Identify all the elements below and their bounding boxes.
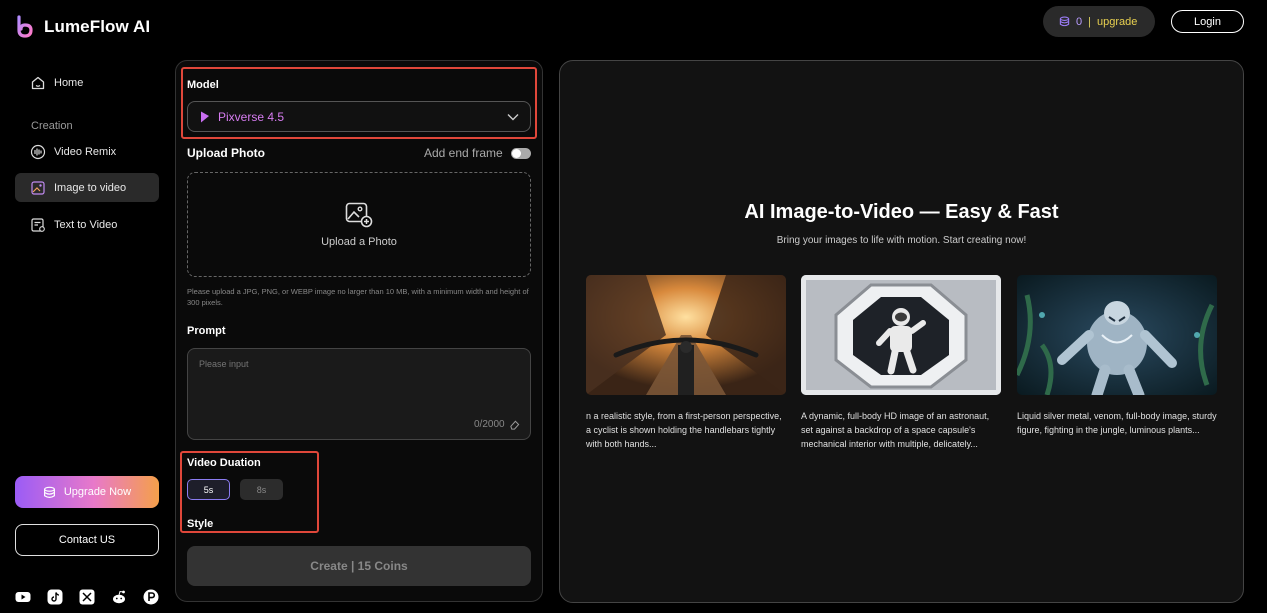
video-duration-label: Video Duation [187,457,261,469]
upgrade-now-label: Upgrade Now [63,486,132,498]
prompt-counter: 0/2000 [474,419,520,430]
model-selected-value: Pixverse 4.5 [218,109,285,124]
duration-option-5s[interactable]: 5s [187,479,230,500]
image-video-icon [31,180,45,195]
sidebar-item-home[interactable]: Home [15,68,159,97]
prompt-label: Prompt [187,325,226,337]
upload-photo-text: Upload a Photo [321,235,397,248]
coin-balance[interactable]: 0 | upgrade [1043,6,1155,37]
model-label: Model [187,79,219,91]
home-icon [31,76,45,89]
example-image-astronaut[interactable] [801,275,1001,395]
end-frame-toggle[interactable] [510,147,531,159]
contact-us-button[interactable]: Contact US [15,524,159,556]
example-caption-cyclist: n a realistic style, from a first-person… [586,411,782,449]
coin-separator: | [1088,15,1091,28]
sidebar-section-label: Creation [31,120,73,132]
sidebar-item-image-to-video[interactable]: Image to video [15,173,159,202]
astronaut-scene-image [801,275,1001,395]
app-root: LumeFlow AI 0 | upgrade Login Home Creat… [0,0,1267,613]
text-video-icon [31,217,45,232]
example-caption-venom: Liquid silver metal, venom, full-body im… [1017,411,1217,435]
youtube-icon[interactable] [15,589,31,605]
sidebar-item-video-remix[interactable]: Video Remix [15,137,159,166]
x-icon[interactable] [79,589,95,605]
photo-upload-dropzone[interactable]: Upload a Photo [187,172,531,277]
login-button[interactable]: Login [1171,10,1244,33]
prompt-counter-text: 0/2000 [474,419,505,430]
sidebar-item-text-to-video[interactable]: Text to Video [15,210,159,239]
create-button[interactable]: Create | 15 Coins [187,546,531,586]
waveform-icon [30,144,46,159]
example-caption-astronaut: A dynamic, full-body HD image of an astr… [801,411,990,449]
preview-title: AI Image-to-Video — Easy & Fast [744,201,1059,223]
reddit-icon[interactable] [111,589,127,605]
preview-subtitle: Bring your images to life with motion. S… [776,235,1027,246]
brand-name: LumeFlow AI [44,17,151,36]
end-frame-label: Add end frame [424,146,503,160]
upgrade-link[interactable]: upgrade [1097,16,1137,28]
upload-photo-label: Upload Photo [187,146,265,160]
pixverse-logo-icon [201,111,209,122]
chevron-down-icon [507,114,519,121]
tiktok-icon[interactable] [47,589,63,605]
example-image-cyclist[interactable] [586,275,786,395]
sidebar-item-label: Home [54,76,84,89]
sidebar-item-label: Image to video [54,181,127,194]
coin-stack-icon [1059,16,1070,27]
p-icon[interactable] [143,589,159,605]
end-frame-control: Add end frame [424,146,531,160]
example-image-venom[interactable] [1017,275,1217,395]
style-label: Style [187,518,214,530]
duration-option-8s[interactable]: 8s [240,479,283,500]
sidebar-item-label: Text to Video [54,218,118,231]
image-upload-icon [345,202,373,227]
model-select[interactable]: Pixverse 4.5 [187,101,531,132]
eraser-icon[interactable] [509,419,520,430]
brand-logo[interactable]: LumeFlow AI [14,15,150,39]
lumeflow-logo-icon [17,15,33,38]
coin-stack-icon [43,486,55,498]
venom-scene-image [1017,275,1217,395]
cyclist-scene-image [586,275,786,395]
coin-count: 0 [1076,15,1083,28]
upload-hint-text: Please upload a JPG, PNG, or WEBP image … [187,287,529,307]
upgrade-now-button[interactable]: Upgrade Now [15,476,159,508]
sidebar-item-label: Video Remix [54,145,117,158]
